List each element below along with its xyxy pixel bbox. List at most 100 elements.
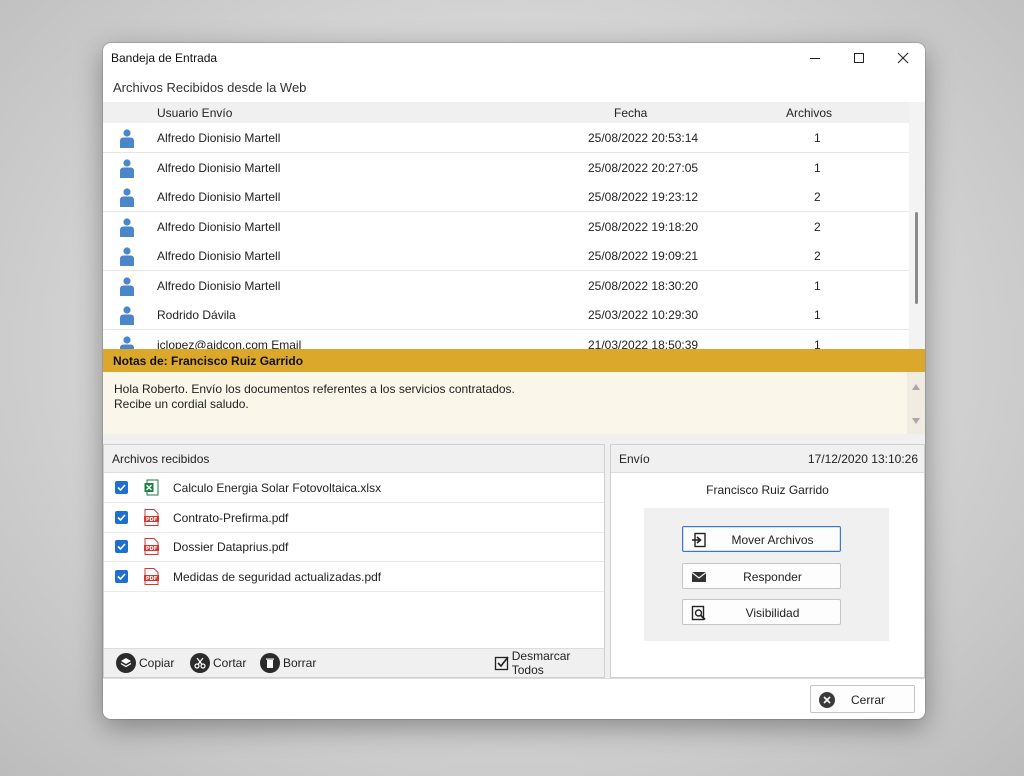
table-row[interactable]: Alfredo Dionisio Martell 25/08/2022 19:23… bbox=[103, 182, 909, 212]
file-checkbox[interactable] bbox=[115, 481, 128, 494]
copy-button[interactable]: Copiar bbox=[116, 653, 174, 673]
table-row[interactable]: Alfredo Dionisio Martell 25/08/2022 19:18… bbox=[103, 211, 909, 242]
pdf-file-icon: PDF bbox=[144, 508, 159, 526]
excel-file-icon bbox=[144, 479, 159, 496]
window-title: Bandeja de Entrada bbox=[111, 51, 218, 65]
files-count-cell: 1 bbox=[814, 337, 821, 350]
file-name: Contrato-Prefirma.pdf bbox=[173, 510, 289, 525]
date-cell: 25/08/2022 19:23:12 bbox=[588, 190, 699, 204]
received-files-header: Archivos recibidos bbox=[104, 445, 604, 473]
date-cell: 25/03/2022 10:29:30 bbox=[588, 308, 699, 322]
user-cell: jclopez@aidcon.com Email bbox=[157, 337, 302, 350]
maximize-button[interactable] bbox=[837, 43, 881, 72]
close-circle-icon bbox=[819, 692, 835, 708]
table-row[interactable]: Alfredo Dionisio Martell 25/08/2022 19:09… bbox=[103, 241, 909, 271]
notes-content: Hola Roberto. Envío los documentos refer… bbox=[114, 382, 515, 412]
close-icon bbox=[897, 52, 909, 63]
user-icon bbox=[120, 129, 134, 148]
user-cell: Alfredo Dionisio Martell bbox=[157, 160, 281, 175]
files-count-cell: 1 bbox=[814, 160, 821, 175]
svg-text:PDF: PDF bbox=[146, 546, 157, 552]
cut-label: Cortar bbox=[213, 656, 247, 670]
notes-line: Hola Roberto. Envío los documentos refer… bbox=[114, 382, 515, 396]
files-toolbar: Copiar Cortar Borrar Desmarcar Todos bbox=[104, 648, 604, 677]
file-name: Calculo Energia Solar Fotovoltaica.xlsx bbox=[173, 481, 382, 495]
move-files-button[interactable]: Mover Archivos bbox=[682, 526, 841, 552]
user-cell: Alfredo Dionisio Martell bbox=[157, 278, 281, 293]
move-files-label: Mover Archivos bbox=[731, 533, 814, 547]
date-cell: 25/08/2022 20:53:14 bbox=[588, 131, 699, 145]
close-label: Cerrar bbox=[851, 693, 886, 707]
files-count-cell: 1 bbox=[814, 278, 821, 293]
send-label: Envío bbox=[619, 452, 650, 466]
uncheck-all-label: Desmarcar Todos bbox=[511, 649, 571, 677]
uncheck-all-button[interactable]: Desmarcar Todos bbox=[494, 649, 604, 677]
visibility-label: Visibilidad bbox=[745, 606, 800, 620]
svg-text:PDF: PDF bbox=[146, 517, 157, 523]
inbox-window: Bandeja de Entrada Archivos Recibidos de… bbox=[103, 43, 925, 719]
scrollbar-thumb[interactable] bbox=[915, 212, 918, 304]
file-checkbox[interactable] bbox=[115, 510, 128, 524]
date-cell: 21/03/2022 18:50:39 bbox=[588, 337, 699, 350]
date-cell: 25/08/2022 19:18:20 bbox=[588, 219, 699, 234]
user-cell: Alfredo Dionisio Martell bbox=[157, 219, 281, 234]
copy-label: Copiar bbox=[139, 656, 175, 670]
trash-icon bbox=[260, 653, 280, 673]
maximize-icon bbox=[854, 52, 864, 63]
pdf-file-icon: PDF bbox=[144, 567, 159, 585]
received-files-title: Archivos recibidos bbox=[112, 452, 210, 466]
file-checkbox[interactable] bbox=[115, 569, 128, 583]
user-cell: Alfredo Dionisio Martell bbox=[157, 190, 281, 204]
user-icon bbox=[120, 188, 134, 207]
pdf-file-icon: PDF bbox=[144, 538, 159, 555]
column-header-user[interactable]: Usuario Envío bbox=[157, 106, 232, 120]
actions-box: Mover Archivos Responder Visibilidad bbox=[644, 508, 889, 641]
file-checkbox[interactable] bbox=[115, 540, 128, 553]
column-header-date[interactable]: Fecha bbox=[614, 106, 647, 120]
file-row[interactable]: PDF Medidas de seguridad actualizadas.pdf bbox=[104, 562, 604, 592]
scroll-down-arrow-icon[interactable] bbox=[912, 418, 920, 424]
notes-line: Recibe un cordial saludo. bbox=[114, 397, 249, 411]
column-header-files[interactable]: Archivos bbox=[786, 106, 832, 120]
send-date: 17/12/2020 13:10:26 bbox=[807, 452, 918, 466]
user-icon bbox=[120, 247, 134, 266]
notes-text-area[interactable]: Hola Roberto. Envío los documentos refer… bbox=[103, 372, 925, 434]
close-button[interactable]: Cerrar bbox=[810, 685, 915, 713]
table-row[interactable]: Alfredo Dionisio Martell 25/08/2022 20:53… bbox=[103, 123, 909, 153]
table-row[interactable]: Rodrido Dávila 25/03/2022 10:29:30 1 bbox=[103, 300, 909, 330]
notes-scrollbar[interactable] bbox=[907, 372, 925, 434]
user-icon bbox=[120, 335, 134, 349]
cut-button[interactable]: Cortar bbox=[190, 653, 246, 673]
date-cell: 25/08/2022 18:30:20 bbox=[588, 278, 699, 293]
user-cell: Alfredo Dionisio Martell bbox=[157, 249, 281, 263]
files-count-cell: 2 bbox=[814, 249, 821, 263]
minimize-icon bbox=[810, 57, 820, 59]
delete-button[interactable]: Borrar bbox=[260, 653, 316, 673]
received-table: Usuario Envío Fecha Archivos Alfredo Dio… bbox=[103, 102, 925, 349]
visibility-button[interactable]: Visibilidad bbox=[682, 599, 841, 625]
received-files-panel: Archivos recibidos Calculo Energia Solar… bbox=[103, 444, 605, 678]
file-row[interactable]: PDF Dossier Dataprius.pdf bbox=[104, 532, 604, 562]
reply-button[interactable]: Responder bbox=[682, 563, 841, 589]
close-window-button[interactable] bbox=[881, 43, 925, 72]
minimize-button[interactable] bbox=[793, 43, 837, 72]
title-bar: Bandeja de Entrada bbox=[103, 43, 925, 72]
files-count-cell: 2 bbox=[814, 190, 821, 204]
user-icon bbox=[120, 217, 134, 237]
files-count-cell: 1 bbox=[814, 308, 821, 322]
table-scrollbar[interactable] bbox=[909, 102, 925, 349]
section-header: Archivos Recibidos desde la Web bbox=[103, 72, 925, 102]
user-cell: Alfredo Dionisio Martell bbox=[157, 131, 281, 145]
user-cell: Rodrido Dávila bbox=[157, 308, 236, 322]
file-row[interactable]: Calculo Energia Solar Fotovoltaica.xlsx bbox=[104, 473, 604, 503]
date-cell: 25/08/2022 20:27:05 bbox=[588, 160, 699, 175]
send-info-panel: Envío 17/12/2020 13:10:26 Francisco Ruiz… bbox=[610, 444, 925, 678]
scroll-up-arrow-icon[interactable] bbox=[912, 384, 920, 390]
svg-text:PDF: PDF bbox=[146, 576, 157, 582]
notes-header: Notas de: Francisco Ruiz Garrido bbox=[103, 349, 925, 372]
table-row[interactable]: Alfredo Dionisio Martell 25/08/2022 20:27… bbox=[103, 152, 909, 183]
footer-bar: Cerrar bbox=[103, 678, 925, 719]
file-row[interactable]: PDF Contrato-Prefirma.pdf bbox=[104, 503, 604, 533]
table-row[interactable]: Alfredo Dionisio Martell 25/08/2022 18:30… bbox=[103, 270, 909, 301]
table-row[interactable]: jclopez@aidcon.com Email 21/03/2022 18:50… bbox=[103, 329, 909, 350]
